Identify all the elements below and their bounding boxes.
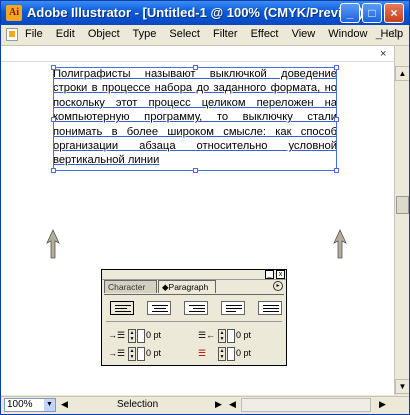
- menu-bar: File Edit Object Type Select Filter Effe…: [1, 25, 409, 46]
- left-indent-stepper[interactable]: ▲ ▼: [128, 329, 136, 343]
- first-line-indent-icon: →☰: [108, 348, 126, 358]
- panel-body: →☰ ▲ ▼ 0 pt ☰← ▲ ▼ 0 pt →☰ ▲ ▼ 0 pt ☰ ▲ ▼: [104, 294, 284, 365]
- doc-minimize-button[interactable]: _: [372, 28, 386, 40]
- document-window-controls: _ □: [372, 28, 403, 40]
- align-left-button[interactable]: [110, 301, 134, 315]
- menu-select[interactable]: Select: [169, 28, 200, 40]
- zoom-value: 100%: [7, 399, 33, 410]
- first-line-indent-stepper[interactable]: ▲ ▼: [128, 347, 136, 361]
- menu-type[interactable]: Type: [132, 28, 156, 40]
- scroll-thumb[interactable]: [396, 196, 409, 214]
- menu-edit[interactable]: Edit: [56, 28, 75, 40]
- left-indent-field[interactable]: [137, 329, 145, 343]
- handle-bottom-left[interactable]: [51, 168, 56, 173]
- maximize-button[interactable]: □: [362, 3, 382, 23]
- right-indent-stepper[interactable]: ▲ ▼: [218, 329, 226, 343]
- indent-arrow-right-icon: [333, 229, 347, 259]
- illustrator-app-icon[interactable]: Ai: [6, 5, 22, 21]
- hscroll-left-icon[interactable]: ◀: [229, 399, 236, 410]
- panel-tabs: Character ◆Paragraph: [102, 280, 286, 293]
- menu-file[interactable]: File: [25, 28, 43, 40]
- current-tool-label[interactable]: Selection: [117, 399, 158, 410]
- menu-view[interactable]: View: [292, 28, 316, 40]
- right-indent-value: 0 pt: [236, 330, 252, 340]
- horizontal-scrollbar[interactable]: [241, 398, 371, 412]
- panel-minimize-button[interactable]: _: [265, 270, 274, 279]
- tool-menu-arrow-icon[interactable]: ▶: [215, 399, 222, 410]
- justify-button[interactable]: [221, 301, 245, 315]
- paragraph-panel: _ x Character ◆Paragraph ▸ →☰ ▲ ▼ 0 pt ☰…: [101, 269, 287, 366]
- panel-close-button[interactable]: x: [276, 270, 285, 279]
- space-before-stepper[interactable]: ▲ ▼: [218, 347, 226, 361]
- menu-window[interactable]: Window: [328, 28, 367, 40]
- handle-top-right[interactable]: [334, 65, 339, 70]
- space-before-field[interactable]: [227, 347, 235, 361]
- status-prev-arrow-icon[interactable]: ◀: [61, 399, 68, 410]
- right-indent-field[interactable]: [227, 329, 235, 343]
- menu-object[interactable]: Object: [88, 28, 120, 40]
- handle-middle-left[interactable]: [51, 117, 56, 122]
- tab-character[interactable]: Character: [104, 280, 157, 293]
- minimize-button[interactable]: _: [340, 3, 360, 23]
- first-line-indent-field[interactable]: [137, 347, 145, 361]
- panel-title-bar[interactable]: _ x: [102, 270, 286, 280]
- tab-paragraph[interactable]: ◆Paragraph: [158, 280, 216, 293]
- status-bar: 100% ▼ ◀ Selection ▶ ◀ ▶: [1, 396, 409, 414]
- first-line-indent-row: →☰ ▲ ▼ 0 pt: [108, 347, 188, 361]
- panel-divider: [106, 321, 282, 322]
- menu-effect[interactable]: Effect: [251, 28, 279, 40]
- first-line-indent-value: 0 pt: [146, 348, 162, 358]
- menu-items: File Edit Object Type Select Filter Effe…: [25, 28, 409, 40]
- handle-bottom-center[interactable]: [193, 168, 198, 173]
- scroll-down-icon[interactable]: ▼: [395, 379, 409, 394]
- left-indent-row: →☰ ▲ ▼ 0 pt: [108, 329, 188, 343]
- close-button[interactable]: ×: [384, 3, 404, 23]
- menu-filter[interactable]: Filter: [213, 28, 237, 40]
- space-before-icon: ☰: [198, 348, 207, 358]
- document-icon[interactable]: [6, 28, 18, 41]
- vertical-scrollbar[interactable]: ▲ ▼: [394, 46, 409, 395]
- justify-all-button[interactable]: [258, 301, 282, 315]
- window-title: Adobe Illustrator - [Untitled-1 @ 100% (…: [27, 5, 368, 20]
- scroll-up-icon[interactable]: ▲: [395, 66, 409, 81]
- align-center-button[interactable]: [147, 301, 171, 315]
- space-before-value: 0 pt: [236, 348, 252, 358]
- text-bounding-box[interactable]: [51, 65, 339, 173]
- left-indent-icon: →☰: [108, 330, 126, 340]
- doc-restore-button[interactable]: □: [389, 28, 403, 40]
- handle-top-center[interactable]: [193, 65, 198, 70]
- title-bar[interactable]: Ai Adobe Illustrator - [Untitled-1 @ 100…: [1, 1, 409, 25]
- left-indent-value: 0 pt: [146, 330, 162, 340]
- chevron-down-icon[interactable]: ▼: [44, 399, 55, 411]
- zoom-dropdown[interactable]: 100% ▼: [4, 398, 56, 412]
- handle-top-left[interactable]: [51, 65, 56, 70]
- hscroll-right-icon[interactable]: ▶: [379, 399, 386, 410]
- handle-bottom-right[interactable]: [334, 168, 339, 173]
- panel-menu-icon[interactable]: ▸: [273, 281, 283, 291]
- right-indent-row: ☰← ▲ ▼ 0 pt: [198, 329, 278, 343]
- app-window: Ai Adobe Illustrator - [Untitled-1 @ 100…: [0, 0, 410, 415]
- right-indent-icon: ☰←: [198, 330, 216, 340]
- align-right-button[interactable]: [184, 301, 208, 315]
- canvas-top-strip: [1, 46, 394, 62]
- doc-close-button[interactable]: ×: [380, 48, 386, 60]
- space-before-row: ☰ ▲ ▼ 0 pt: [198, 347, 278, 361]
- handle-middle-right[interactable]: [334, 117, 339, 122]
- indent-arrow-left-icon: [46, 229, 60, 259]
